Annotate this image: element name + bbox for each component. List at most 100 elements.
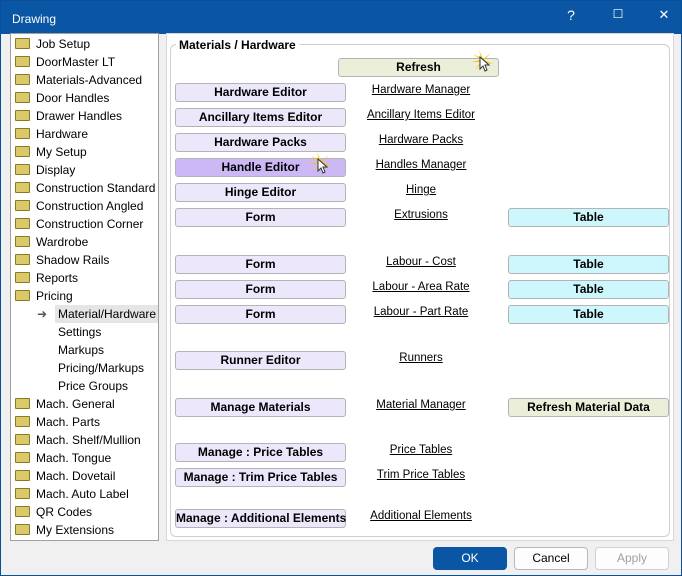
ok-button[interactable]: OK	[433, 547, 507, 570]
tree-item-label: Construction Standard	[36, 181, 156, 195]
row-button[interactable]: Manage Materials	[175, 398, 346, 417]
row-link[interactable]: Hardware Packs	[351, 134, 491, 146]
row-button[interactable]: Form	[175, 305, 346, 324]
tree-item[interactable]: Door Handles	[15, 89, 109, 107]
row-link[interactable]: Labour - Area Rate	[351, 281, 491, 293]
tree-item[interactable]: Mach. General	[15, 395, 115, 413]
cursor-highlight-icon	[471, 50, 493, 72]
tree-item-label: Mach. Shelf/Mullion	[36, 433, 141, 447]
tree-item[interactable]: Job Setup	[15, 35, 90, 53]
tree-item[interactable]: Drawer Handles	[15, 107, 122, 125]
row-link[interactable]: Handles Manager	[351, 159, 491, 171]
row-button[interactable]: Hinge Editor	[175, 183, 346, 202]
close-icon[interactable]: ✕	[654, 7, 674, 23]
tree-item[interactable]: Wardrobe	[15, 233, 88, 251]
folder-icon	[15, 236, 30, 247]
tree-item-label: DoorMaster LT	[36, 55, 116, 69]
table-button[interactable]: Table	[508, 255, 669, 274]
tree-item[interactable]: QR Codes	[15, 503, 92, 521]
folder-icon	[15, 272, 30, 283]
folder-icon	[15, 200, 30, 211]
row-link[interactable]: Hinge	[351, 184, 491, 196]
tree-subitem[interactable]: Settings	[55, 323, 104, 341]
row-link[interactable]: Material Manager	[351, 399, 491, 411]
tree-item[interactable]: Shadow Rails	[15, 251, 109, 269]
tree-item[interactable]: Construction Corner	[15, 215, 143, 233]
row-button[interactable]: Form	[175, 280, 346, 299]
help-icon[interactable]: ?	[561, 7, 581, 23]
folder-icon	[15, 452, 30, 463]
row-link[interactable]: Hardware Manager	[351, 84, 491, 96]
tree-item[interactable]: My Extensions	[15, 521, 114, 539]
selected-arrow-icon: ➜	[37, 307, 48, 321]
tree-item-label: Materials-Advanced	[36, 73, 143, 87]
tree-item[interactable]: Display	[15, 161, 75, 179]
tree-subitem[interactable]: Price Groups	[55, 377, 131, 395]
tree-item-label: Settings	[58, 325, 102, 339]
tree-item[interactable]: Reports	[15, 269, 78, 287]
tree-item-label: Drawer Handles	[36, 109, 123, 123]
tree-item[interactable]: Mach. Dovetail	[15, 467, 115, 485]
row-link[interactable]: Ancillary Items Editor	[351, 109, 491, 121]
cancel-button[interactable]: Cancel	[514, 547, 588, 570]
tree-item[interactable]: Mach. Auto Label	[15, 485, 129, 503]
table-button[interactable]: Table	[508, 305, 669, 324]
row-link[interactable]: Trim Price Tables	[351, 469, 491, 481]
tree-item[interactable]: Construction Angled	[15, 197, 143, 215]
row-link[interactable]: Runners	[351, 352, 491, 364]
row-button[interactable]: Hardware Packs	[175, 133, 346, 152]
tree-item[interactable]: Pricing	[15, 287, 73, 305]
tree-subitem[interactable]: Pricing/Markups	[55, 359, 147, 377]
tree-item-label: Hardware	[36, 127, 89, 141]
folder-icon	[15, 182, 30, 193]
tree-item[interactable]: Mach. Shelf/Mullion	[15, 431, 141, 449]
row-button[interactable]: Hardware Editor	[175, 83, 346, 102]
content-panel: Materials / Hardware Refresh Hardware Ed…	[166, 33, 674, 541]
tree-item-label: Mach. Parts	[36, 415, 101, 429]
folder-icon	[15, 434, 30, 445]
row-button[interactable]: Ancillary Items Editor	[175, 108, 346, 127]
row-button[interactable]: Manage : Additional Elements	[175, 509, 346, 528]
tree-item[interactable]: DoorMaster LT	[15, 53, 115, 71]
row-button[interactable]: Form	[175, 255, 346, 274]
row-button[interactable]: Manage : Trim Price Tables	[175, 468, 346, 487]
tree-subitem[interactable]: Markups	[55, 341, 107, 359]
maximize-icon[interactable]: ☐	[608, 7, 628, 21]
row-button[interactable]: Form	[175, 208, 346, 227]
row-link[interactable]: Additional Elements	[351, 510, 491, 522]
table-button[interactable]: Table	[508, 208, 669, 227]
refresh-material-data-button[interactable]: Refresh Material Data	[508, 398, 669, 417]
folder-icon	[15, 146, 30, 157]
table-button[interactable]: Table	[508, 280, 669, 299]
folder-icon	[15, 74, 30, 85]
folder-icon	[15, 488, 30, 499]
folder-icon	[15, 128, 30, 139]
settings-tree[interactable]: Job Setup DoorMaster LT Materials-Advanced…	[10, 33, 159, 541]
cursor-highlight-icon	[309, 152, 331, 174]
tree-item-label: Reports	[36, 271, 79, 285]
row-link[interactable]: Price Tables	[351, 444, 491, 456]
row-link[interactable]: Labour - Cost	[351, 256, 491, 268]
folder-icon	[15, 416, 30, 427]
row-link[interactable]: Labour - Part Rate	[351, 306, 491, 318]
row-link[interactable]: Extrusions	[351, 209, 491, 221]
tree-item-label: Door Handles	[36, 91, 110, 105]
tree-item-label: Mach. General	[36, 397, 115, 411]
folder-icon	[15, 470, 30, 481]
tree-item[interactable]: Hardware	[15, 125, 88, 143]
tree-item[interactable]: Mach. Parts	[15, 413, 100, 431]
tree-item-label: Material/Hardware	[58, 307, 157, 321]
window-title: Drawing	[12, 12, 57, 26]
tree-item-label: My Setup	[36, 145, 87, 159]
tree-item-label: My Extensions	[36, 523, 115, 537]
tree-item[interactable]: Mach. Tongue	[15, 449, 111, 467]
tree-subitem[interactable]: Material/Hardware	[55, 305, 158, 323]
row-button[interactable]: Manage : Price Tables	[175, 443, 346, 462]
apply-button[interactable]: Apply	[595, 547, 669, 570]
folder-icon	[15, 110, 30, 121]
tree-item[interactable]: My Setup	[15, 143, 87, 161]
row-button[interactable]: Runner Editor	[175, 351, 346, 370]
folder-icon	[15, 290, 30, 301]
tree-item[interactable]: Materials-Advanced	[15, 71, 142, 89]
tree-item[interactable]: Construction Standard	[15, 179, 155, 197]
